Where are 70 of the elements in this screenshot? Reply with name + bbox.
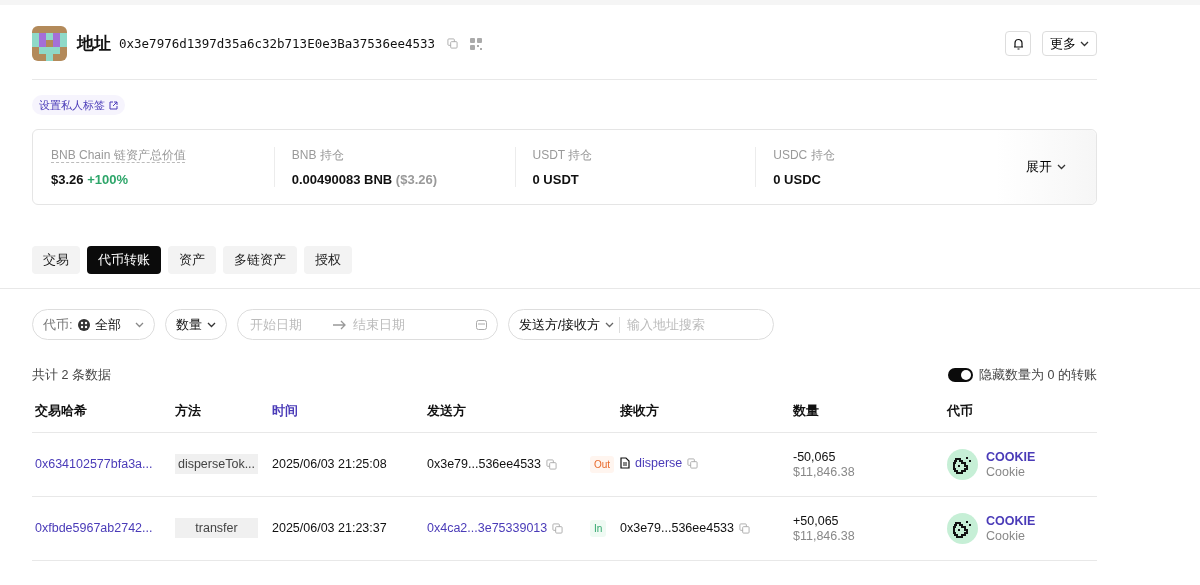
copy-icon[interactable]	[687, 457, 699, 469]
tab[interactable]: 授权	[304, 246, 352, 274]
toggle-switch[interactable]	[948, 368, 974, 382]
column-header: 代币	[944, 391, 1097, 432]
holding-value: 0 USDT	[532, 172, 580, 187]
holding-value: $3.26 +100%	[51, 172, 129, 187]
start-date-field[interactable]: 开始日期	[247, 316, 328, 333]
column-header: 接收方	[617, 391, 790, 432]
usd-value: $11,846.38	[793, 528, 856, 543]
sender-address-link[interactable]: 0x4ca2...3e75339013	[427, 521, 548, 535]
arrow-right-icon	[332, 319, 346, 330]
column-header: 发送方	[424, 391, 617, 432]
all-tokens-icon	[77, 318, 90, 331]
token-name: Cookie	[986, 528, 1026, 543]
cookie-token-icon	[947, 448, 978, 480]
holding-label: BNB 持仓	[291, 147, 345, 164]
token-name: Cookie	[986, 464, 1026, 479]
timestamp: 2025/06/03 21:25:08	[272, 457, 387, 471]
copy-icon[interactable]	[552, 522, 564, 534]
chevron-down-icon	[206, 321, 216, 328]
timestamp: 2025/06/03 21:23:37	[272, 521, 387, 535]
receiver-address-link[interactable]: disperse	[635, 456, 683, 470]
tab[interactable]: 交易	[32, 246, 80, 274]
method-tag: transfer	[175, 518, 258, 538]
calendar-icon	[475, 319, 487, 330]
holding-label: USDC 持仓	[773, 147, 836, 164]
chevron-down-icon	[605, 321, 615, 328]
direction-badge: In	[590, 520, 607, 537]
sender-address: 0x3e79...536ee4533	[427, 457, 541, 471]
chevron-down-icon	[1080, 40, 1089, 47]
holding-label: USDT 持仓	[532, 147, 594, 164]
notification-button[interactable]	[1005, 31, 1031, 56]
copy-icon[interactable]	[546, 458, 557, 470]
wallet-address: 0x3e7976d1397d35a6c32b713E0e3Ba37536ee4533	[119, 36, 436, 51]
more-dropdown[interactable]: 更多	[1042, 31, 1097, 56]
receiver-address: 0x3e79...536ee4533	[620, 521, 734, 535]
copy-icon[interactable]	[739, 522, 750, 534]
end-date-field[interactable]: 结束日期	[350, 316, 471, 333]
toggle-label: 隐藏数量为 0 的转账	[979, 366, 1097, 384]
identicon-avatar	[32, 26, 67, 61]
chevron-down-icon	[1057, 164, 1066, 170]
result-count: 共计 2 条数据	[32, 366, 111, 384]
bell-icon	[1012, 37, 1024, 50]
token-amount: -50,065	[793, 449, 837, 464]
column-header: 数量	[790, 391, 944, 432]
page-title: 地址	[77, 33, 111, 55]
tab[interactable]: 多链资产	[223, 246, 297, 274]
method-tag: disperseTok...	[175, 454, 258, 474]
tab[interactable]: 代币转账	[87, 246, 161, 274]
token-amount: +50,065	[793, 513, 840, 528]
holding-value: 0.00490083 BNB ($3.26)	[291, 172, 439, 187]
direction-badge: Out	[590, 456, 615, 473]
transaction-hash-link[interactable]: 0x634102577bfa3a...	[35, 457, 153, 471]
holding-label: BNB Chain 链资产总价值	[51, 147, 187, 164]
copy-icon[interactable]	[447, 38, 459, 49]
address-search-field[interactable]: 输入地址搜索	[625, 316, 746, 333]
qr-code-icon[interactable]	[470, 37, 483, 50]
tab[interactable]: 资产	[168, 246, 216, 274]
usd-value: $11,846.38	[793, 464, 856, 479]
token-symbol-link[interactable]: COOKIE	[986, 513, 1036, 528]
set-private-tag-button[interactable]: 设置私人标签	[32, 95, 125, 115]
chevron-down-icon	[134, 321, 144, 328]
token-symbol-link[interactable]: COOKIE	[986, 449, 1036, 464]
column-header[interactable]: 时间	[269, 391, 424, 432]
edit-icon	[109, 100, 118, 110]
cookie-token-icon	[947, 512, 978, 544]
holding-value: 0 USDC	[773, 172, 822, 187]
column-header: 交易哈希	[32, 391, 172, 432]
column-header: 方法	[172, 391, 269, 432]
transaction-hash-link[interactable]: 0xfbde5967ab2742...	[35, 521, 153, 535]
